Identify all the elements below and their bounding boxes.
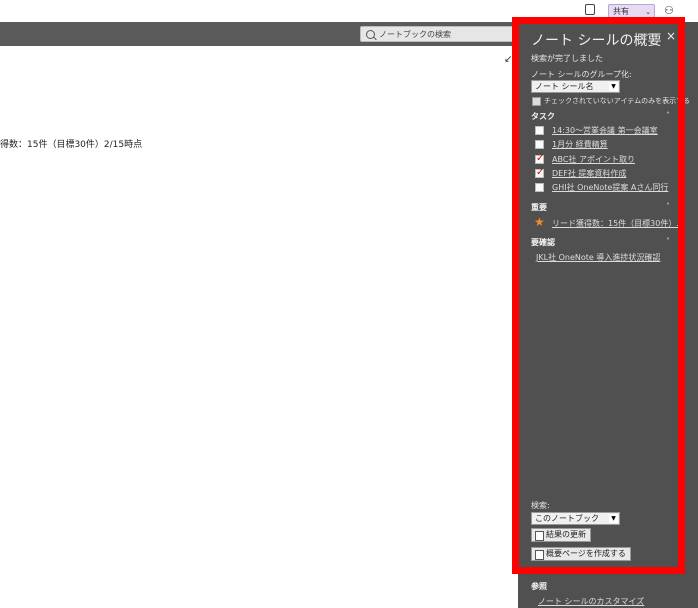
unchecked-only-label: チェックされていないアイテムのみを表示する — [544, 97, 691, 105]
refresh-results-button[interactable]: 結果の更新 — [531, 528, 591, 542]
create-summary-page-button[interactable]: 概要ページを作成する — [531, 547, 631, 561]
task-checkbox-checked[interactable] — [535, 167, 544, 178]
refresh-icon — [535, 531, 544, 541]
page-icon — [535, 550, 544, 560]
task-checkbox-checked[interactable] — [535, 153, 544, 164]
customize-note-tags-link[interactable]: ノート シールのカスタマイズ — [538, 596, 644, 607]
task-checkbox[interactable] — [535, 126, 544, 135]
notes-icon[interactable] — [585, 4, 595, 15]
star-icon: ★ — [534, 215, 545, 229]
task-label[interactable]: GHI社 OneNote提案 Aさん同行 — [552, 182, 668, 193]
chevron-down-icon: ⌄ — [645, 8, 651, 16]
task-label[interactable]: 1月分 経費精算 — [552, 139, 608, 150]
task-checkbox[interactable] — [535, 140, 544, 149]
page-text-line: 得数：15件（目標30件）2/15時点 — [0, 140, 143, 150]
section-confirm-heading: 要確認 — [531, 238, 555, 247]
refresh-results-label: 結果の更新 — [546, 530, 586, 539]
reference-heading: 参照 — [531, 582, 547, 591]
section-task-heading: タスク — [531, 112, 555, 121]
collapse-icon[interactable]: ˄ — [666, 111, 670, 120]
search-scope-label: 検索: — [531, 501, 550, 510]
collapse-icon[interactable]: ˄ — [666, 237, 670, 246]
group-by-select[interactable]: ノート シール名 ▼ — [531, 80, 620, 93]
close-icon[interactable]: × — [666, 29, 676, 43]
person-icon[interactable]: ⚇ — [664, 4, 674, 17]
important-item[interactable]: リード獲得数：15件（目標30件）... — [552, 218, 684, 229]
status-text: 検索が完了しました — [531, 54, 603, 63]
dropdown-arrow-icon: ▼ — [609, 82, 618, 91]
search-scope-select[interactable]: このノートブック ▼ — [531, 512, 620, 525]
search-scope-value: このノートブック — [535, 514, 599, 523]
chevron-down-icon[interactable]: ﹀ — [640, 30, 650, 45]
task-label[interactable]: ABC社 アポイント取り — [552, 154, 635, 165]
notebook-search-input[interactable]: ノートブックの検索 — [360, 26, 515, 42]
task-label[interactable]: 14:30～営業会議 第一会議室 — [552, 125, 658, 136]
collapse-icon[interactable]: ˄ — [666, 202, 670, 211]
task-checkbox[interactable] — [535, 183, 544, 192]
dropdown-arrow-icon: ▼ — [609, 514, 618, 523]
search-icon — [366, 30, 375, 39]
confirm-item[interactable]: JKL社 OneNote 導入進捗状況確認 — [536, 252, 660, 263]
create-summary-page-label: 概要ページを作成する — [546, 549, 626, 558]
task-label[interactable]: DEF社 提案資料作成 — [552, 168, 626, 179]
share-button[interactable]: 共有 ⌄ — [608, 4, 655, 18]
group-by-label: ノート シールのグループ化: — [531, 70, 632, 79]
unchecked-only-checkbox[interactable] — [532, 97, 541, 106]
group-by-value: ノート シール名 — [535, 82, 594, 91]
section-important-heading: 重要 — [531, 203, 547, 212]
share-label: 共有 — [613, 7, 629, 16]
notebook-search-placeholder: ノートブックの検索 — [379, 30, 451, 39]
expand-icon[interactable]: ↙ — [504, 54, 512, 65]
